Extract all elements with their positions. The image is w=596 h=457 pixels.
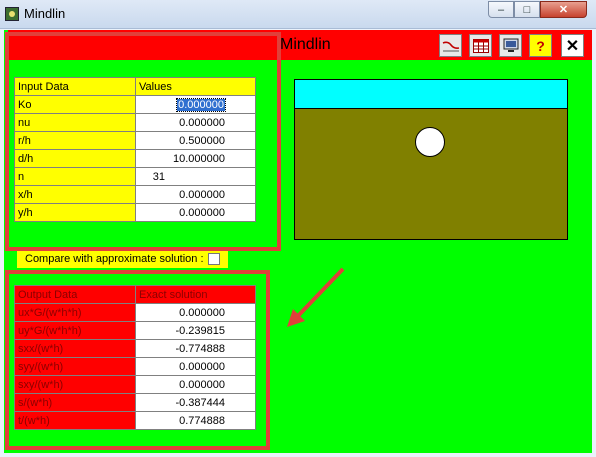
title-bar[interactable]: Mindlin – □ ✕ bbox=[0, 0, 596, 29]
monitor-button[interactable] bbox=[499, 34, 522, 57]
water-layer bbox=[295, 80, 567, 109]
app-title: Mindlin bbox=[280, 36, 331, 53]
input-highlight-box bbox=[5, 32, 281, 251]
table-icon bbox=[472, 38, 489, 53]
tunnel-cavity bbox=[415, 127, 445, 157]
compare-option[interactable]: Compare with approximate solution : bbox=[17, 250, 228, 268]
compare-checkbox[interactable] bbox=[208, 253, 220, 265]
close-button[interactable]: ✕ bbox=[540, 1, 587, 18]
close-icon: ✕ bbox=[558, 4, 569, 16]
annotation-arrow-icon bbox=[287, 267, 345, 327]
monitor-icon bbox=[503, 38, 518, 52]
minimize-icon: – bbox=[497, 3, 505, 16]
tunnel-diagram bbox=[294, 79, 568, 240]
exit-button[interactable]: ✕ bbox=[561, 34, 584, 57]
curve-chart-icon bbox=[442, 41, 459, 51]
exit-icon: ✕ bbox=[565, 37, 580, 55]
curve-chart-button[interactable] bbox=[439, 34, 462, 57]
output-highlight-box bbox=[5, 270, 270, 450]
help-icon: ? bbox=[536, 37, 545, 54]
maximize-button[interactable]: □ bbox=[514, 1, 540, 18]
app-icon[interactable] bbox=[5, 7, 19, 21]
table-button[interactable] bbox=[469, 34, 492, 57]
maximize-icon: □ bbox=[523, 3, 531, 16]
app-window: Mindlin – □ ✕ Mindlin ? ✕ Input Data Val… bbox=[0, 0, 596, 457]
help-button[interactable]: ? bbox=[529, 34, 552, 57]
minimize-button[interactable]: – bbox=[488, 1, 514, 18]
window-title: Mindlin bbox=[24, 6, 66, 21]
compare-label: Compare with approximate solution : bbox=[25, 253, 204, 265]
